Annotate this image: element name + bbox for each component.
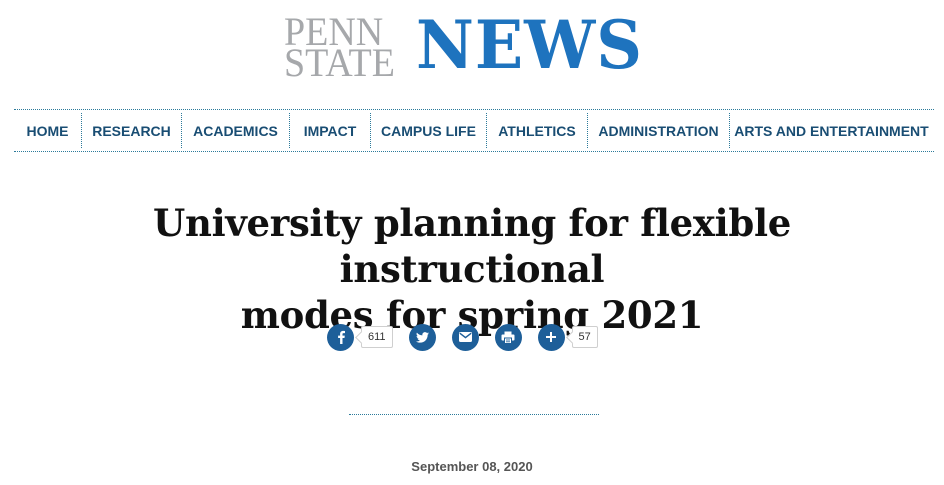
email-icon — [458, 332, 472, 342]
plus-icon — [546, 332, 557, 342]
email-share-button[interactable] — [451, 323, 479, 351]
facebook-icon — [337, 330, 345, 344]
nav-item-athletics[interactable]: ATHLETICS — [487, 113, 588, 148]
nav-item-impact[interactable]: IMPACT — [290, 113, 371, 148]
main-navigation: HOME RESEARCH ACADEMICS IMPACT CAMPUS LI… — [14, 109, 934, 152]
article-title-line-1: University planning for flexible instruc… — [153, 201, 791, 291]
publish-date: September 08, 2020 — [411, 459, 533, 474]
logo-wordmark-news: NEWS — [416, 6, 643, 84]
title-divider — [349, 414, 599, 415]
nav-item-home[interactable]: HOME — [14, 113, 82, 148]
more-share-count: 57 — [571, 326, 598, 348]
nav-item-academics[interactable]: ACADEMICS — [182, 113, 290, 148]
facebook-share-count: 611 — [361, 326, 393, 348]
nav-item-arts-and-entertainment[interactable]: ARTS AND ENTERTAINMENT — [730, 113, 933, 148]
facebook-share-button[interactable] — [327, 323, 354, 351]
share-bar: 611 57 — [327, 322, 598, 352]
penn-state-news-logo[interactable]: PENN STATE NEWS — [284, 10, 652, 84]
twitter-icon — [415, 331, 429, 343]
twitter-share-button[interactable] — [408, 323, 436, 351]
nav-item-administration[interactable]: ADMINISTRATION — [588, 113, 730, 148]
more-share-button[interactable] — [537, 323, 565, 351]
logo-penn-state: PENN STATE — [284, 12, 408, 85]
nav-item-research[interactable]: RESEARCH — [82, 113, 182, 148]
print-share-button[interactable] — [494, 323, 522, 351]
logo-line-state: STATE — [284, 40, 395, 85]
article-title: University planning for flexible instruc… — [20, 200, 924, 338]
print-icon — [501, 331, 515, 344]
nav-item-campus-life[interactable]: CAMPUS LIFE — [371, 113, 487, 148]
